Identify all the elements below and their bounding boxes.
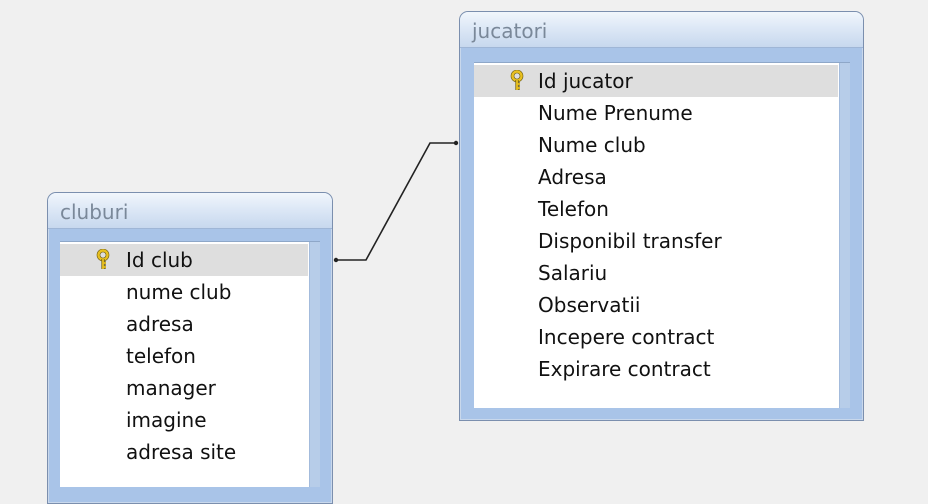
field-label: telefon [126, 344, 196, 368]
relationship-line-path [335, 142, 457, 261]
field-label: Incepere contract [538, 325, 715, 349]
field-row[interactable]: manager [60, 372, 308, 404]
relationship-endpoint-cluburi [333, 257, 339, 263]
table-title-jucatori[interactable]: jucatori [460, 12, 863, 48]
field-label: manager [126, 376, 216, 400]
primary-key-icon [96, 248, 110, 270]
field-row[interactable]: Incepere contract [474, 321, 838, 353]
field-row[interactable]: Salariu [474, 257, 838, 289]
field-label: adresa site [126, 440, 237, 464]
field-row[interactable]: Id club [60, 244, 308, 276]
field-label: Observatii [538, 293, 641, 317]
field-row[interactable]: Expirare contract [474, 353, 838, 385]
field-list-cluburi[interactable]: Id club nume club adresa telefon manager imag… [60, 241, 320, 487]
field-list-jucatori[interactable]: Id jucator Nume Prenume Nume club Adresa Tel… [474, 62, 850, 408]
field-label: Nume club [538, 133, 646, 157]
field-label: Disponibil transfer [538, 229, 722, 253]
field-row[interactable]: Id jucator [474, 65, 838, 97]
field-label: Salariu [538, 261, 608, 285]
field-label: nume club [126, 280, 232, 304]
field-row[interactable]: Observatii [474, 289, 838, 321]
field-row[interactable]: Disponibil transfer [474, 225, 838, 257]
field-row[interactable]: Nume Prenume [474, 97, 838, 129]
relationships-canvas: cluburi Id club nume club adresa telefon man… [0, 0, 928, 504]
field-label: adresa [126, 312, 194, 336]
field-row[interactable]: nume club [60, 276, 308, 308]
field-label: Nume Prenume [538, 101, 693, 125]
table-window-jucatori[interactable]: jucatori Id jucator Nume Prenume Nume club… [459, 11, 864, 421]
field-row[interactable]: telefon [60, 340, 308, 372]
relationship-endpoint-jucatori [453, 140, 459, 146]
field-label: Expirare contract [538, 357, 711, 381]
table-title-cluburi[interactable]: cluburi [48, 193, 332, 229]
field-label: imagine [126, 408, 207, 432]
field-row[interactable]: Telefon [474, 193, 838, 225]
table-window-cluburi[interactable]: cluburi Id club nume club adresa telefon man… [47, 192, 333, 504]
field-row[interactable]: Adresa [474, 161, 838, 193]
field-label: Telefon [538, 197, 609, 221]
scrollbar-jucatori[interactable] [839, 63, 850, 408]
field-row[interactable]: imagine [60, 404, 308, 436]
primary-key-icon [510, 69, 524, 91]
field-label: Id jucator [538, 69, 633, 93]
field-row[interactable]: Nume club [474, 129, 838, 161]
scrollbar-cluburi[interactable] [309, 242, 320, 487]
field-row[interactable]: adresa site [60, 436, 308, 468]
field-row[interactable]: adresa [60, 308, 308, 340]
field-label: Adresa [538, 165, 607, 189]
field-label: Id club [126, 248, 193, 272]
